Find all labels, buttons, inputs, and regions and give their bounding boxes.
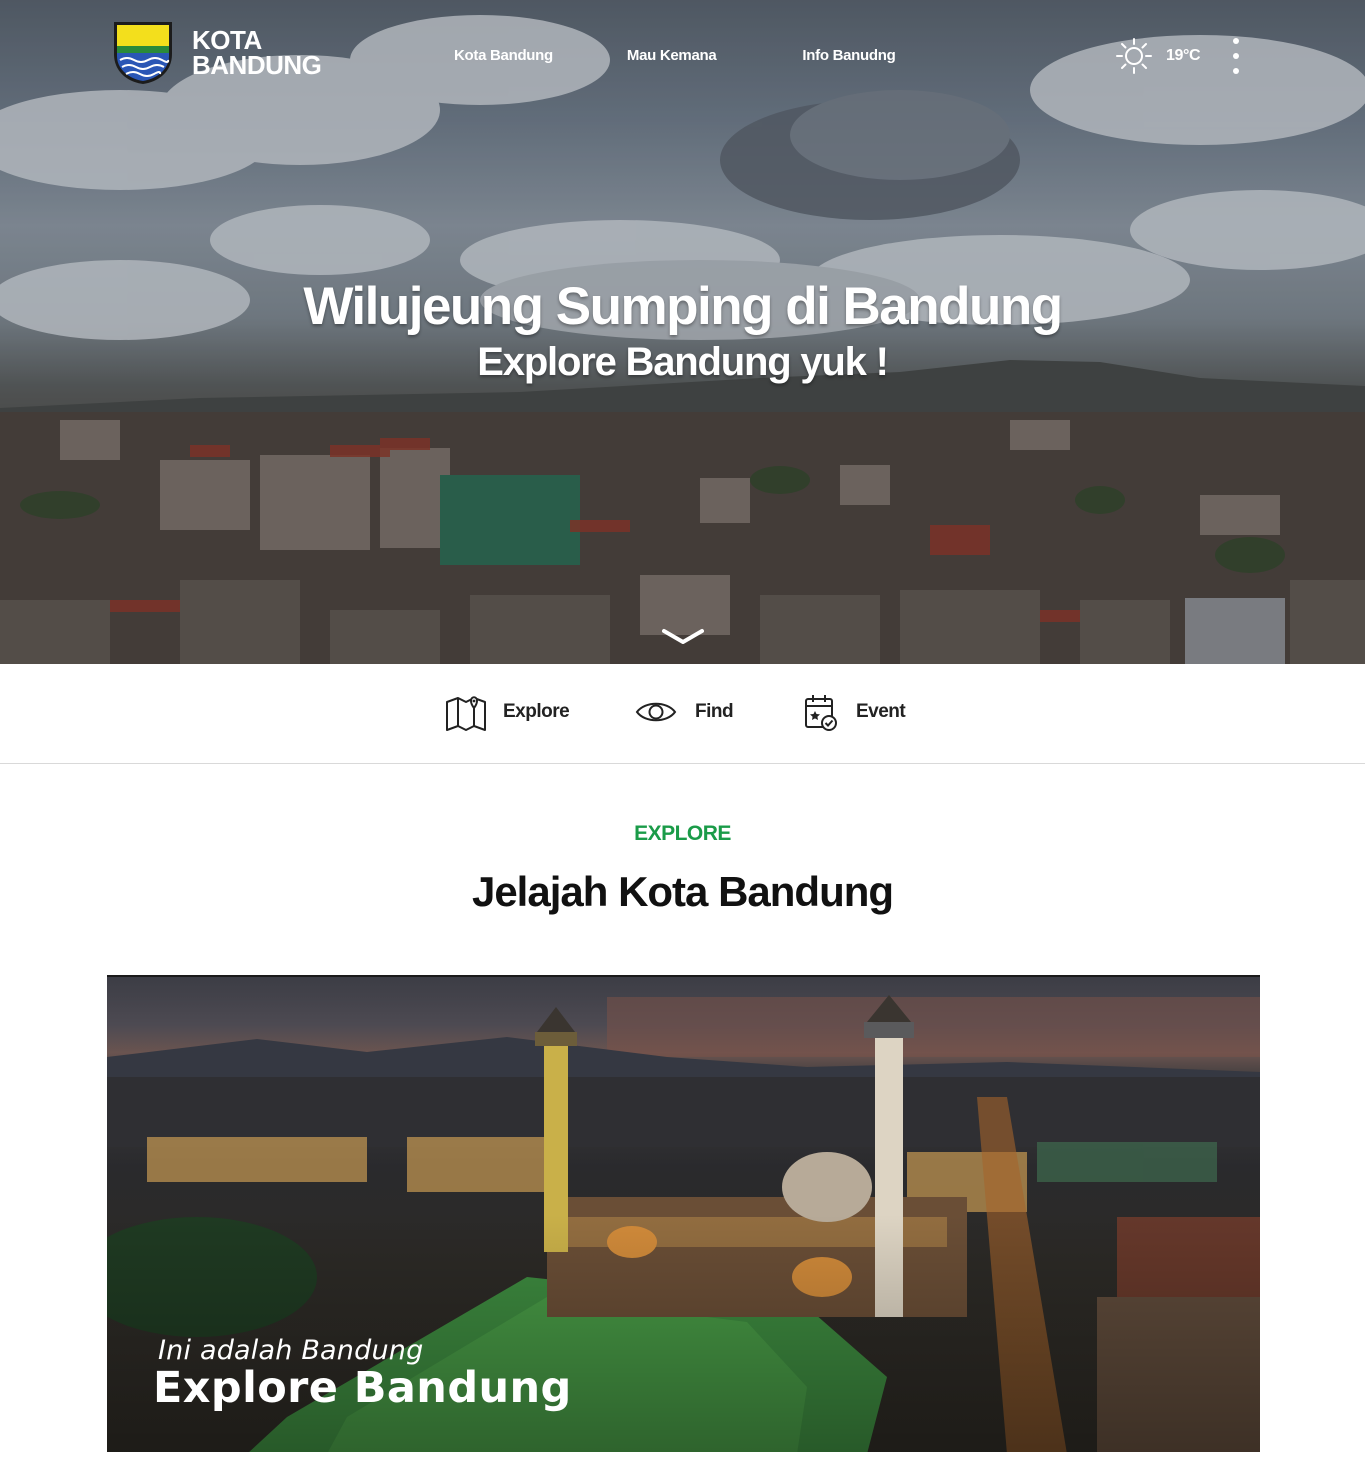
main-nav: Kota Bandung Mau Kemana Info Banudng <box>454 47 896 64</box>
map-pin-icon <box>446 696 486 731</box>
site-logo[interactable]: KOTA BANDUNG <box>112 20 322 86</box>
hero-subtitle: Explore Bandung yuk ! <box>477 340 889 384</box>
quick-nav-label: Explore <box>503 701 570 722</box>
bandung-crest-icon <box>114 22 172 84</box>
calendar-check-icon <box>805 695 837 731</box>
feature-kicker: Ini adalah Bandung <box>158 1335 424 1366</box>
feature-title: Explore Bandung <box>153 1363 572 1413</box>
sun-icon <box>1116 38 1152 74</box>
logo-line-2: BANDUNG <box>192 50 322 80</box>
chevron-down-icon[interactable] <box>662 628 704 646</box>
eye-icon <box>635 702 677 722</box>
section-title: Jelajah Kota Bandung <box>471 868 894 915</box>
quick-nav-find[interactable]: Find <box>635 692 734 732</box>
weather-widget[interactable]: 19°C <box>1116 38 1201 74</box>
section-kicker: EXPLORE <box>634 822 731 845</box>
nav-link-mau-kemana[interactable]: Mau Kemana <box>627 47 717 64</box>
logo-wordmark: KOTA BANDUNG <box>192 27 322 80</box>
explore-feature-card[interactable]: Ini adalah Bandung Explore Bandung <box>107 975 1260 1452</box>
nav-link-info[interactable]: Info Banudng <box>802 47 895 64</box>
quick-nav-explore[interactable]: Explore <box>445 692 570 732</box>
temperature-value: 19°C <box>1166 47 1201 64</box>
quick-nav-bar: Explore Find Event <box>0 664 1365 764</box>
nav-link-kota-bandung[interactable]: Kota Bandung <box>454 47 553 64</box>
quick-nav-label: Find <box>695 701 734 722</box>
hero-title: Wilujeung Sumping di Bandung <box>303 277 1063 336</box>
kebab-menu-icon[interactable] <box>1228 38 1244 74</box>
hero-banner: KOTA BANDUNG Kota Bandung Mau Kemana Inf… <box>0 0 1365 664</box>
quick-nav-event[interactable]: Event <box>804 692 906 732</box>
quick-nav-label: Event <box>856 701 906 722</box>
